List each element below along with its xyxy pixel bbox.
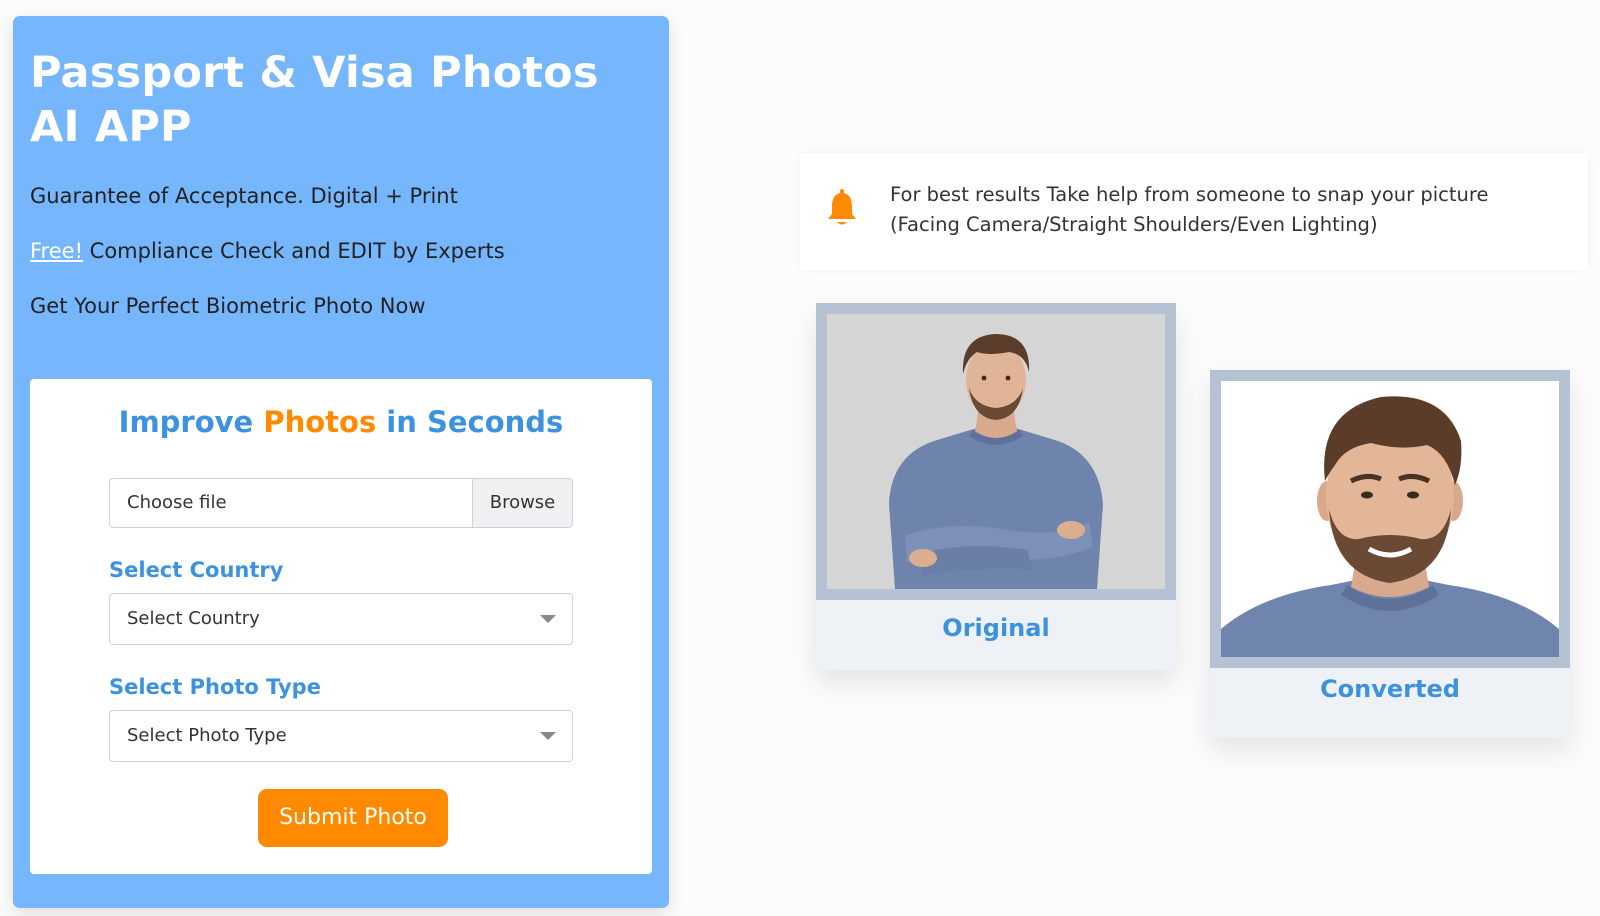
chevron-down-icon [540, 732, 556, 740]
form-heading-part1: Improve [118, 405, 264, 439]
country-label: Select Country [109, 558, 284, 582]
original-photo-card: Original [816, 303, 1176, 670]
converted-photo [1210, 370, 1570, 668]
hero-panel: Passport & Visa Photos AI APP Guarantee … [13, 16, 669, 908]
browse-button[interactable]: Browse [472, 479, 572, 527]
hero-compliance-line: Free! Compliance Check and EDIT by Exper… [30, 237, 505, 265]
submit-photo-button[interactable]: Submit Photo [258, 789, 448, 847]
compliance-text: Compliance Check and EDIT by Experts [82, 239, 505, 263]
person-headshot-image [1221, 381, 1559, 657]
original-label: Original [942, 614, 1050, 642]
bell-icon [828, 189, 856, 225]
original-photo [816, 303, 1176, 600]
free-link[interactable]: Free! [30, 239, 83, 263]
photo-type-label: Select Photo Type [109, 675, 321, 699]
form-heading-highlight: Photos [263, 405, 377, 439]
tip-box: For best results Take help from someone … [800, 153, 1588, 270]
file-input-placeholder: Choose file [127, 492, 227, 513]
tip-text: For best results Take help from someone … [890, 183, 1489, 236]
form-heading: Improve Photos in Seconds [30, 402, 652, 442]
country-select-value: Select Country [127, 608, 260, 629]
page-title: Passport & Visa Photos AI APP [30, 48, 599, 152]
country-select[interactable]: Select Country [109, 593, 573, 645]
chevron-down-icon [540, 615, 556, 623]
converted-label: Converted [1320, 675, 1460, 703]
upload-form-card: Improve Photos in Seconds Choose file Br… [30, 379, 652, 874]
photo-type-select[interactable]: Select Photo Type [109, 710, 573, 762]
form-heading-part3: in Seconds [376, 405, 564, 439]
hero-tagline: Guarantee of Acceptance. Digital + Print [30, 184, 458, 208]
person-arms-crossed-image [827, 314, 1165, 589]
photo-type-select-value: Select Photo Type [127, 725, 287, 746]
converted-photo-card: Converted [1210, 370, 1570, 738]
hero-cta-line: Get Your Perfect Biometric Photo Now [30, 294, 426, 318]
file-input[interactable]: Choose file Browse [109, 478, 573, 528]
